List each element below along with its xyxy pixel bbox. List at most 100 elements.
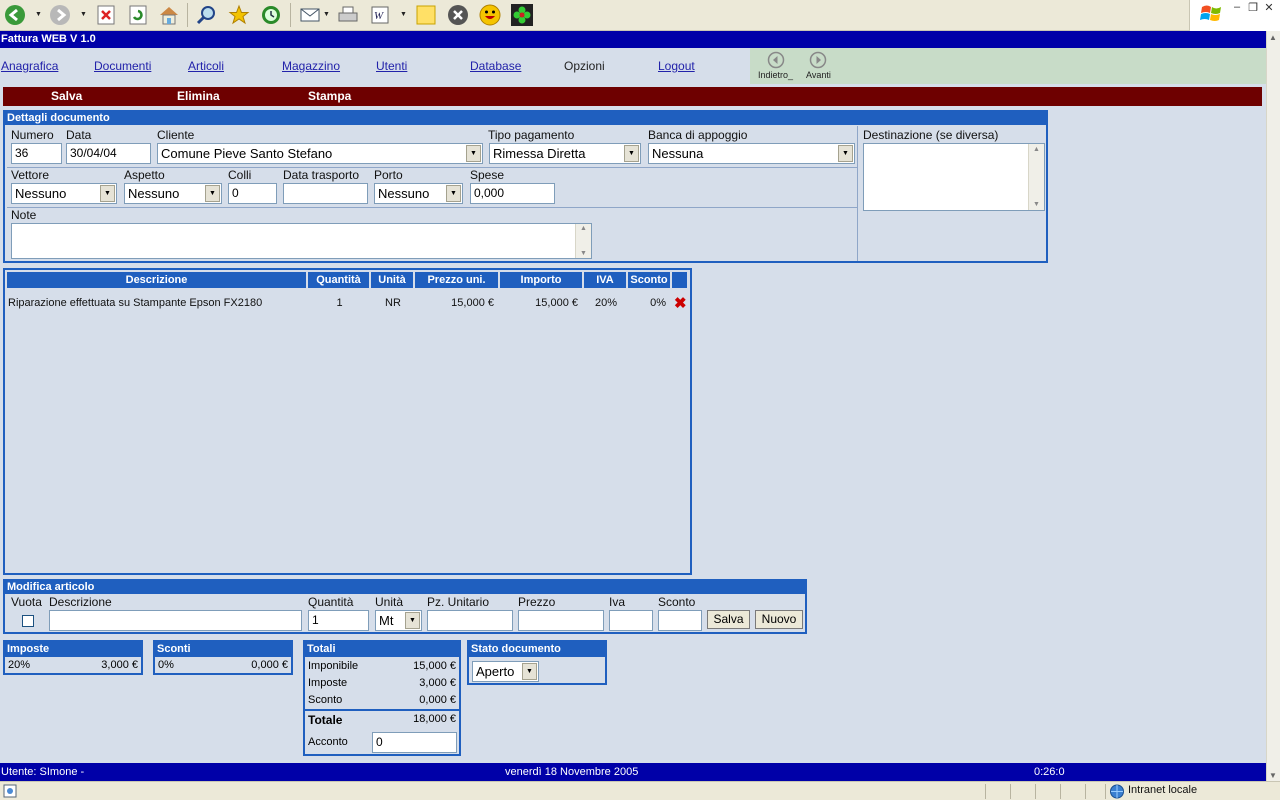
aspetto-select[interactable]: Nessuno ▼ bbox=[124, 183, 222, 204]
banca-label: Banca di appoggio bbox=[648, 128, 748, 142]
action-bar: Salva Elimina Stampa bbox=[3, 87, 1262, 106]
vuota-checkbox[interactable] bbox=[22, 615, 34, 627]
page-scrollbar[interactable]: ▲ ▼ bbox=[1266, 31, 1280, 782]
flower-icon[interactable] bbox=[510, 3, 534, 27]
sconti-rate: 0% bbox=[158, 659, 174, 671]
nav-opzioni[interactable]: Opzioni bbox=[564, 59, 605, 73]
nav-documenti[interactable]: Documenti bbox=[94, 59, 151, 73]
note-label: Note bbox=[11, 208, 37, 222]
mail-icon[interactable] bbox=[298, 3, 322, 27]
back-arrow-icon bbox=[767, 51, 784, 69]
totali-sconto-label: Sconto bbox=[308, 694, 343, 706]
quantita-label: Quantità bbox=[308, 595, 354, 609]
window-close-icon[interactable]: ✕ bbox=[1262, 1, 1276, 14]
print-button[interactable]: Stampa bbox=[308, 87, 351, 106]
vettore-select[interactable]: Nessuno ▼ bbox=[11, 183, 117, 204]
nuovo-articolo-button[interactable]: Nuovo bbox=[755, 610, 803, 629]
data-trasporto-input[interactable] bbox=[283, 183, 368, 204]
chevron-down-icon: ▼ bbox=[624, 145, 639, 162]
status-user: Utente: SImone - bbox=[1, 766, 85, 778]
prezzo-label: Prezzo bbox=[518, 595, 556, 609]
back-label: Indietro_ bbox=[758, 70, 794, 80]
col-actions bbox=[672, 272, 689, 288]
row-prezzo: 15,000 € bbox=[451, 297, 494, 309]
numero-input[interactable]: 36 bbox=[11, 143, 62, 164]
data-input[interactable]: 30/04/04 bbox=[66, 143, 151, 164]
row-descrizione: Riparazione effettuata su Stampante Epso… bbox=[8, 297, 263, 309]
salva-articolo-button[interactable]: Salva bbox=[707, 610, 750, 629]
note-icon[interactable] bbox=[414, 3, 438, 27]
data-trasporto-label: Data trasporto bbox=[283, 168, 360, 182]
unita-select[interactable]: Mt ▼ bbox=[375, 610, 422, 631]
home-icon[interactable] bbox=[157, 3, 181, 27]
acconto-input[interactable]: 0 bbox=[372, 732, 457, 753]
imposte-header: Imposte bbox=[5, 642, 141, 657]
sconto-input[interactable] bbox=[658, 610, 702, 631]
nav-logout[interactable]: Logout bbox=[658, 59, 695, 73]
banca-value: Nessuna bbox=[652, 146, 704, 161]
search-icon[interactable] bbox=[194, 3, 218, 27]
stato-header: Stato documento bbox=[469, 642, 605, 657]
close-icon[interactable] bbox=[446, 3, 470, 27]
stop-icon[interactable] bbox=[94, 3, 118, 27]
banca-select[interactable]: Nessuna ▼ bbox=[648, 143, 855, 164]
mail-dropdown-icon[interactable]: ▼ bbox=[323, 11, 330, 18]
history-icon[interactable] bbox=[259, 3, 283, 27]
nav-database[interactable]: Database bbox=[470, 59, 521, 73]
porto-select[interactable]: Nessuno ▼ bbox=[374, 183, 463, 204]
browser-toolbar: ▼ ▼ ▼ W ▼ – ❐ ✕ bbox=[0, 0, 1280, 31]
col-iva: IVA bbox=[584, 272, 628, 288]
iva-input[interactable] bbox=[609, 610, 653, 631]
edit-icon[interactable]: W bbox=[369, 3, 393, 27]
cliente-select[interactable]: Comune Pieve Santo Stefano ▼ bbox=[157, 143, 483, 164]
delete-button[interactable]: Elimina bbox=[177, 87, 220, 106]
prezzo-input[interactable] bbox=[518, 610, 604, 631]
nav-articoli[interactable]: Articoli bbox=[188, 59, 224, 73]
refresh-icon[interactable] bbox=[126, 3, 150, 27]
delete-row-icon[interactable]: ✖ bbox=[674, 294, 687, 312]
spese-input[interactable]: 0,000 bbox=[470, 183, 555, 204]
row-importo: 15,000 € bbox=[535, 297, 578, 309]
vettore-label: Vettore bbox=[11, 168, 50, 182]
forward-icon[interactable] bbox=[48, 3, 72, 27]
quantita-input[interactable]: 1 bbox=[308, 610, 369, 631]
sconti-value: 0,000 € bbox=[251, 659, 288, 671]
col-prezzo: Prezzo uni. bbox=[415, 272, 500, 288]
modifica-articolo-panel: Modifica articolo Vuota Descrizione Quan… bbox=[3, 579, 807, 634]
back-icon[interactable] bbox=[3, 3, 27, 27]
restore-icon[interactable]: ❐ bbox=[1246, 1, 1260, 14]
document-details-header: Dettagli documento bbox=[5, 112, 1046, 125]
descrizione-input[interactable] bbox=[49, 610, 302, 631]
scroll-down-icon[interactable]: ▼ bbox=[1269, 771, 1277, 780]
print-icon[interactable] bbox=[336, 3, 360, 27]
edit-dropdown-icon[interactable]: ▼ bbox=[400, 11, 407, 18]
colli-input[interactable]: 0 bbox=[228, 183, 277, 204]
vuota-label: Vuota bbox=[11, 595, 42, 609]
tipo-pagamento-select[interactable]: Rimessa Diretta ▼ bbox=[489, 143, 641, 164]
pz-unitario-input[interactable] bbox=[427, 610, 513, 631]
minimize-icon[interactable]: – bbox=[1230, 1, 1244, 13]
imponibile-value: 15,000 € bbox=[413, 660, 456, 672]
forward-dropdown-icon[interactable]: ▼ bbox=[80, 11, 87, 18]
nav-utenti[interactable]: Utenti bbox=[376, 59, 407, 73]
save-button[interactable]: Salva bbox=[51, 87, 82, 106]
history-nav: Indietro_ Avanti bbox=[750, 48, 1266, 84]
nav-anagrafica[interactable]: Anagrafica bbox=[1, 59, 58, 73]
scroll-up-icon[interactable]: ▲ bbox=[1269, 33, 1277, 42]
nav-magazzino[interactable]: Magazzino bbox=[282, 59, 340, 73]
stato-value: Aperto bbox=[476, 664, 515, 679]
totali-header: Totali bbox=[305, 642, 459, 657]
forward-button[interactable]: Avanti bbox=[806, 51, 831, 80]
col-quantita: Quantità bbox=[308, 272, 371, 288]
smiley-icon[interactable] bbox=[478, 3, 502, 27]
chevron-down-icon: ▼ bbox=[205, 185, 220, 202]
destinazione-textarea[interactable]: ▲ ▼ bbox=[863, 143, 1045, 211]
tipo-pagamento-label: Tipo pagamento bbox=[488, 128, 575, 142]
favorites-icon[interactable] bbox=[227, 3, 251, 27]
document-details-panel: Dettagli documento Numero 36 Data 30/04/… bbox=[3, 110, 1048, 263]
back-dropdown-icon[interactable]: ▼ bbox=[35, 11, 42, 18]
back-button[interactable]: Indietro_ bbox=[758, 51, 793, 80]
chevron-down-icon: ▼ bbox=[466, 145, 481, 162]
note-textarea[interactable]: ▲ ▼ bbox=[11, 223, 592, 259]
stato-select[interactable]: Aperto ▼ bbox=[472, 661, 539, 682]
